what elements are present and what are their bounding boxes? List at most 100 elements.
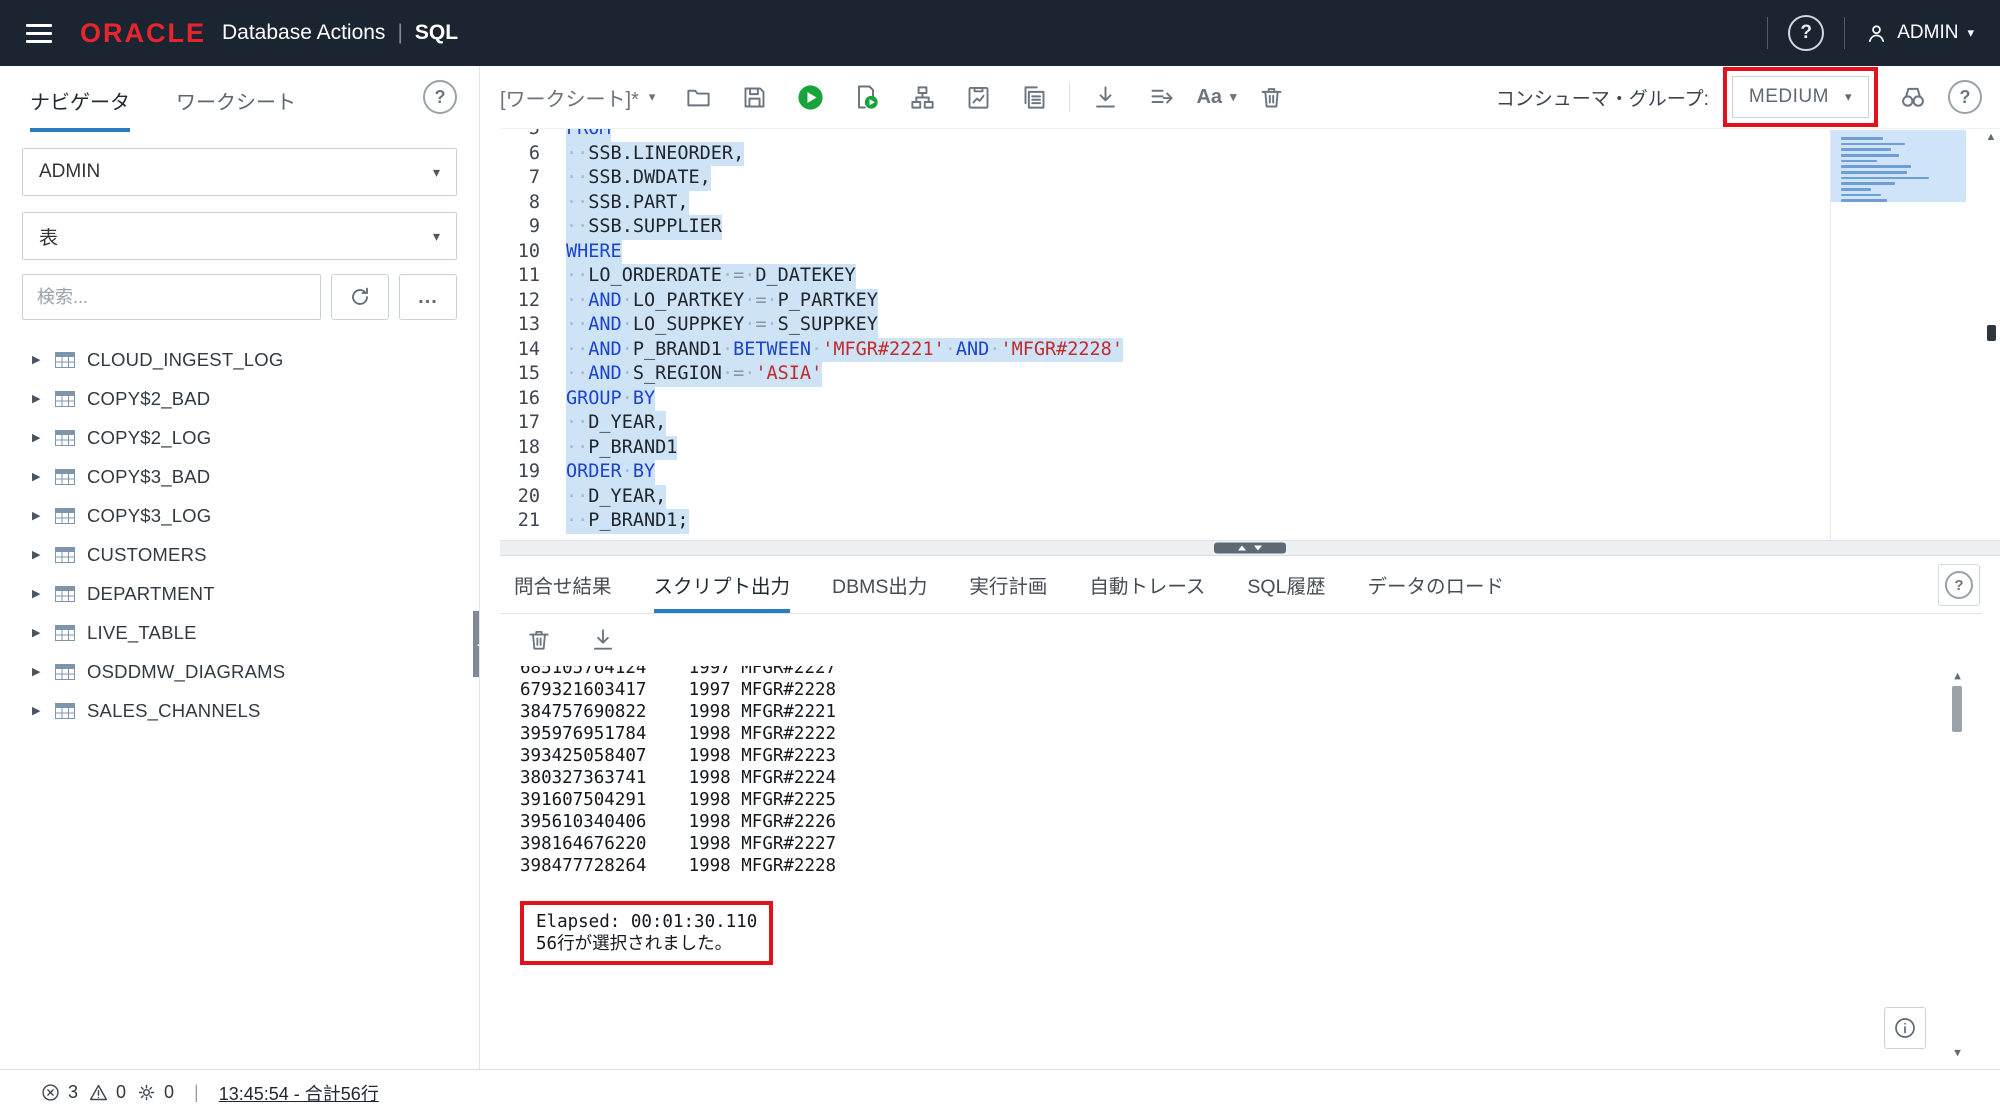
scroll-up-icon[interactable]: ▲ <box>1949 668 1966 684</box>
save-button[interactable] <box>733 77 775 117</box>
output-line: 398477728264 1998 MFGR#2228 <box>520 855 1982 877</box>
goto-statement-button[interactable] <box>1140 77 1182 117</box>
panel-splitter[interactable] <box>500 540 2000 556</box>
download-output-button[interactable] <box>586 620 620 660</box>
sidebar-help-icon[interactable]: ? <box>423 80 457 114</box>
download-button[interactable] <box>1084 77 1126 117</box>
tree-item[interactable]: ▶SALES_CHANNELS <box>0 691 479 730</box>
explain-plan-button[interactable] <box>901 77 943 117</box>
expand-caret-icon[interactable]: ▶ <box>32 704 43 717</box>
consumer-group-select[interactable]: MEDIUM ▾ <box>1732 76 1869 118</box>
expand-caret-icon[interactable]: ▶ <box>32 626 43 639</box>
tree-item[interactable]: ▶ COPY$3_BAD <box>0 457 479 496</box>
copy-statement-button[interactable] <box>1013 77 1055 117</box>
code-line[interactable]: 11··LO_ORDERDATE·=·D_DATEKEY <box>500 264 2000 289</box>
expand-caret-icon[interactable]: ▶ <box>32 509 43 522</box>
tab-explain-plan[interactable]: 実行計画 <box>969 556 1047 613</box>
schema-select[interactable]: ADMIN ▾ <box>22 148 457 196</box>
expand-caret-icon[interactable]: ▶ <box>32 548 43 561</box>
warning-count[interactable]: 0 <box>88 1082 126 1103</box>
code-line[interactable]: 14··AND·P_BRAND1·BETWEEN·'MFGR#2221'·AND… <box>500 338 2000 363</box>
code-line[interactable]: 17··D_YEAR, <box>500 411 2000 436</box>
clear-worksheet-button[interactable] <box>1251 77 1293 117</box>
run-script-button[interactable] <box>845 77 887 117</box>
code-line[interactable]: 9··SSB.SUPPLIER <box>500 215 2000 240</box>
scroll-down-icon[interactable]: ▼ <box>1949 1045 1966 1061</box>
tab-data-load[interactable]: データのロード <box>1367 556 1504 613</box>
code-line[interactable]: 16GROUP·BY <box>500 387 2000 412</box>
tab-autotrace[interactable]: 自動トレース <box>1089 556 1205 613</box>
warning-count-value: 0 <box>116 1082 126 1103</box>
tab-query-result[interactable]: 問合せ結果 <box>514 556 612 613</box>
sidebar-collapse-handle[interactable]: ◂ <box>473 611 480 677</box>
clear-output-button[interactable] <box>522 620 556 660</box>
code-line[interactable]: 18··P_BRAND1 <box>500 436 2000 461</box>
expand-caret-icon[interactable]: ▶ <box>32 665 43 678</box>
tree-item-label: COPY$2_BAD <box>87 388 210 410</box>
code-line[interactable]: 20··D_YEAR, <box>500 485 2000 510</box>
expand-caret-icon[interactable]: ▶ <box>32 353 43 366</box>
tab-dbms-output[interactable]: DBMS出力 <box>832 556 927 613</box>
code-line[interactable]: 12··AND·LO_PARTKEY·=·P_PARTKEY <box>500 289 2000 314</box>
expand-caret-icon[interactable]: ▶ <box>32 587 43 600</box>
code-line[interactable]: 5FROM <box>500 128 2000 142</box>
worksheet-dropdown[interactable]: [ワークシート]* ▾ <box>500 83 655 112</box>
expand-caret-icon[interactable]: ▶ <box>32 470 43 483</box>
tree-item[interactable]: ▶COPY$3_LOG <box>0 496 479 535</box>
task-count[interactable]: 0 <box>136 1082 174 1103</box>
open-worksheet-button[interactable] <box>677 77 719 117</box>
splitter-handle[interactable] <box>1214 543 1286 554</box>
tab-navigator[interactable]: ナビゲータ <box>30 86 130 132</box>
code-line[interactable]: 13··AND·LO_SUPPKEY·=·S_SUPPKEY <box>500 313 2000 338</box>
more-options-button[interactable]: ... <box>399 274 457 320</box>
tree-item[interactable]: ▶COPY$2_LOG <box>0 418 479 457</box>
editor-scrollbar-thumb[interactable] <box>1987 325 1996 341</box>
info-button[interactable] <box>1884 1007 1926 1049</box>
letter-case-button[interactable]: Aa ▾ <box>1196 86 1236 109</box>
tab-worksheet[interactable]: ワークシート <box>176 86 296 132</box>
tree-item[interactable]: ▶DEPARTMENT <box>0 574 479 613</box>
result-summary-link[interactable]: 13:45:54 - 合計56行 <box>219 1080 379 1106</box>
run-statement-button[interactable] <box>789 77 831 117</box>
code-line[interactable]: 6··SSB.LINEORDER, <box>500 142 2000 167</box>
object-type-select[interactable]: 表 ▾ <box>22 212 457 260</box>
sidebar-tabs: ナビゲータ ワークシート ? <box>0 66 479 132</box>
code-line[interactable]: 15··AND·S_REGION·=·'ASIA' <box>500 362 2000 387</box>
tree-item[interactable]: ▶CLOUD_INGEST_LOG <box>0 340 479 379</box>
hamburger-menu-icon[interactable] <box>26 24 52 43</box>
table-icon <box>55 352 75 368</box>
tree-item[interactable]: ▶OSDDMW_DIAGRAMS <box>0 652 479 691</box>
code-line[interactable]: 10WHERE <box>500 240 2000 265</box>
tab-sql-history[interactable]: SQL履歴 <box>1247 556 1325 613</box>
expand-caret-icon[interactable]: ▶ <box>32 431 43 444</box>
code-line[interactable]: 7··SSB.DWDATE, <box>500 166 2000 191</box>
lines-arrow-icon <box>1148 84 1175 111</box>
code-line[interactable]: 19ORDER·BY <box>500 460 2000 485</box>
search-input[interactable] <box>22 274 321 320</box>
editor-scrollbar[interactable]: ▲ <box>1982 129 2000 540</box>
scroll-up-icon[interactable]: ▲ <box>1982 129 2000 145</box>
help-icon[interactable]: ? <box>1788 15 1824 51</box>
tree-item[interactable]: ▶LIVE_TABLE <box>0 613 479 652</box>
editor-minimap[interactable] <box>1830 129 1966 540</box>
code-line[interactable]: 21··P_BRAND1; <box>500 509 2000 534</box>
expand-caret-icon[interactable]: ▶ <box>32 392 43 405</box>
code-line[interactable]: 8··SSB.PART, <box>500 191 2000 216</box>
output-line: 685105764124 1997 MFGR#2227 <box>520 666 1982 679</box>
user-menu[interactable]: ADMIN ▾ <box>1865 22 1974 45</box>
minimap-viewport[interactable] <box>1831 130 1966 202</box>
tree-item[interactable]: ▶ COPY$2_BAD <box>0 379 479 418</box>
tab-script-output[interactable]: スクリプト出力 <box>654 556 791 613</box>
tree-item[interactable]: ▶CUSTOMERS <box>0 535 479 574</box>
output-scrollbar-thumb[interactable] <box>1952 686 1962 732</box>
toolbar-help-icon[interactable]: ? <box>1948 80 1982 114</box>
error-count[interactable]: 3 <box>40 1082 78 1103</box>
refresh-button[interactable] <box>331 274 389 320</box>
run-script-icon <box>852 83 880 111</box>
output-scrollbar[interactable]: ▲ ▼ <box>1949 668 1966 1061</box>
find-button[interactable] <box>1892 77 1934 117</box>
autotrace-button[interactable] <box>957 77 999 117</box>
results-help-button[interactable]: ? <box>1938 564 1980 606</box>
sql-editor[interactable]: 5FROM6··SSB.LINEORDER,7··SSB.DWDATE,8··S… <box>500 128 2000 540</box>
tree-item-label: COPY$3_BAD <box>87 466 210 488</box>
